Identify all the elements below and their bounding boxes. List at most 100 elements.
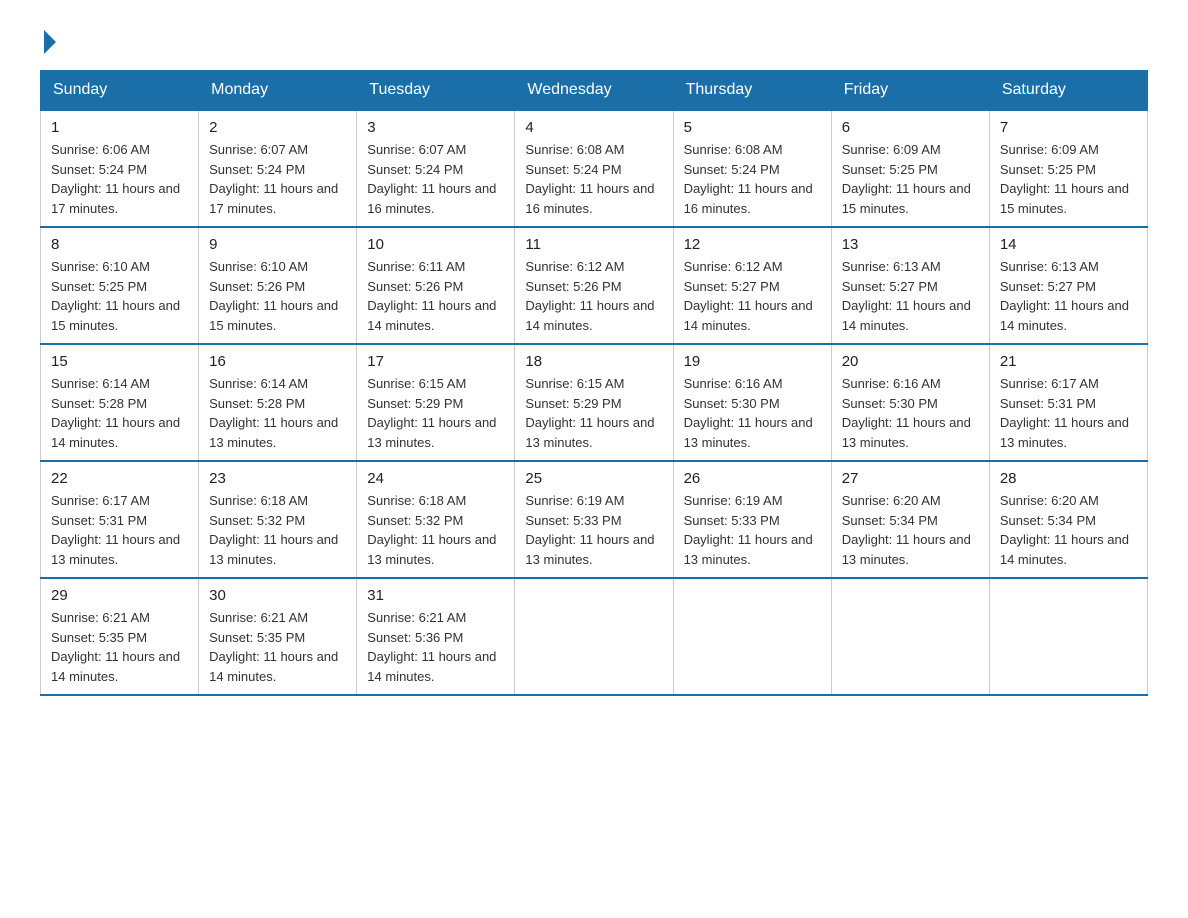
day-number: 20 <box>842 353 979 370</box>
calendar-cell: 12 Sunrise: 6:12 AM Sunset: 5:27 PM Dayl… <box>673 227 831 344</box>
day-info: Sunrise: 6:11 AM Sunset: 5:26 PM Dayligh… <box>367 257 504 335</box>
day-number: 25 <box>525 470 662 487</box>
calendar-cell: 19 Sunrise: 6:16 AM Sunset: 5:30 PM Dayl… <box>673 344 831 461</box>
day-number: 10 <box>367 236 504 253</box>
calendar-cell: 2 Sunrise: 6:07 AM Sunset: 5:24 PM Dayli… <box>199 110 357 227</box>
calendar-cell: 11 Sunrise: 6:12 AM Sunset: 5:26 PM Dayl… <box>515 227 673 344</box>
calendar-cell: 4 Sunrise: 6:08 AM Sunset: 5:24 PM Dayli… <box>515 110 673 227</box>
day-number: 21 <box>1000 353 1137 370</box>
calendar-cell: 25 Sunrise: 6:19 AM Sunset: 5:33 PM Dayl… <box>515 461 673 578</box>
calendar-cell: 21 Sunrise: 6:17 AM Sunset: 5:31 PM Dayl… <box>989 344 1147 461</box>
weekday-header-tuesday: Tuesday <box>357 71 515 111</box>
day-number: 27 <box>842 470 979 487</box>
day-info: Sunrise: 6:14 AM Sunset: 5:28 PM Dayligh… <box>51 374 188 452</box>
day-info: Sunrise: 6:19 AM Sunset: 5:33 PM Dayligh… <box>525 491 662 569</box>
day-info: Sunrise: 6:20 AM Sunset: 5:34 PM Dayligh… <box>1000 491 1137 569</box>
day-info: Sunrise: 6:15 AM Sunset: 5:29 PM Dayligh… <box>367 374 504 452</box>
calendar-cell: 15 Sunrise: 6:14 AM Sunset: 5:28 PM Dayl… <box>41 344 199 461</box>
day-info: Sunrise: 6:13 AM Sunset: 5:27 PM Dayligh… <box>1000 257 1137 335</box>
calendar-week-row: 1 Sunrise: 6:06 AM Sunset: 5:24 PM Dayli… <box>41 110 1148 227</box>
calendar-cell: 27 Sunrise: 6:20 AM Sunset: 5:34 PM Dayl… <box>831 461 989 578</box>
calendar-cell <box>673 578 831 695</box>
day-number: 2 <box>209 119 346 136</box>
day-info: Sunrise: 6:21 AM Sunset: 5:35 PM Dayligh… <box>51 608 188 686</box>
day-number: 8 <box>51 236 188 253</box>
day-number: 30 <box>209 587 346 604</box>
day-number: 7 <box>1000 119 1137 136</box>
day-number: 16 <box>209 353 346 370</box>
day-number: 28 <box>1000 470 1137 487</box>
day-info: Sunrise: 6:08 AM Sunset: 5:24 PM Dayligh… <box>525 140 662 218</box>
day-number: 1 <box>51 119 188 136</box>
day-number: 22 <box>51 470 188 487</box>
day-number: 15 <box>51 353 188 370</box>
weekday-header-monday: Monday <box>199 71 357 111</box>
calendar-week-row: 22 Sunrise: 6:17 AM Sunset: 5:31 PM Dayl… <box>41 461 1148 578</box>
day-info: Sunrise: 6:14 AM Sunset: 5:28 PM Dayligh… <box>209 374 346 452</box>
day-number: 24 <box>367 470 504 487</box>
day-info: Sunrise: 6:07 AM Sunset: 5:24 PM Dayligh… <box>209 140 346 218</box>
calendar-cell: 31 Sunrise: 6:21 AM Sunset: 5:36 PM Dayl… <box>357 578 515 695</box>
weekday-header-sunday: Sunday <box>41 71 199 111</box>
calendar-cell <box>831 578 989 695</box>
day-info: Sunrise: 6:13 AM Sunset: 5:27 PM Dayligh… <box>842 257 979 335</box>
day-number: 14 <box>1000 236 1137 253</box>
calendar-cell: 23 Sunrise: 6:18 AM Sunset: 5:32 PM Dayl… <box>199 461 357 578</box>
calendar-cell <box>989 578 1147 695</box>
calendar-cell: 9 Sunrise: 6:10 AM Sunset: 5:26 PM Dayli… <box>199 227 357 344</box>
calendar-cell <box>515 578 673 695</box>
day-info: Sunrise: 6:09 AM Sunset: 5:25 PM Dayligh… <box>1000 140 1137 218</box>
day-number: 5 <box>684 119 821 136</box>
day-number: 4 <box>525 119 662 136</box>
day-info: Sunrise: 6:12 AM Sunset: 5:26 PM Dayligh… <box>525 257 662 335</box>
calendar-cell: 30 Sunrise: 6:21 AM Sunset: 5:35 PM Dayl… <box>199 578 357 695</box>
calendar-cell: 18 Sunrise: 6:15 AM Sunset: 5:29 PM Dayl… <box>515 344 673 461</box>
day-info: Sunrise: 6:15 AM Sunset: 5:29 PM Dayligh… <box>525 374 662 452</box>
day-info: Sunrise: 6:16 AM Sunset: 5:30 PM Dayligh… <box>684 374 821 452</box>
weekday-header-thursday: Thursday <box>673 71 831 111</box>
day-info: Sunrise: 6:21 AM Sunset: 5:35 PM Dayligh… <box>209 608 346 686</box>
calendar-cell: 28 Sunrise: 6:20 AM Sunset: 5:34 PM Dayl… <box>989 461 1147 578</box>
day-info: Sunrise: 6:10 AM Sunset: 5:26 PM Dayligh… <box>209 257 346 335</box>
weekday-header-wednesday: Wednesday <box>515 71 673 111</box>
day-info: Sunrise: 6:10 AM Sunset: 5:25 PM Dayligh… <box>51 257 188 335</box>
calendar-cell: 16 Sunrise: 6:14 AM Sunset: 5:28 PM Dayl… <box>199 344 357 461</box>
day-info: Sunrise: 6:07 AM Sunset: 5:24 PM Dayligh… <box>367 140 504 218</box>
day-info: Sunrise: 6:21 AM Sunset: 5:36 PM Dayligh… <box>367 608 504 686</box>
day-info: Sunrise: 6:06 AM Sunset: 5:24 PM Dayligh… <box>51 140 188 218</box>
day-info: Sunrise: 6:08 AM Sunset: 5:24 PM Dayligh… <box>684 140 821 218</box>
weekday-header-row: SundayMondayTuesdayWednesdayThursdayFrid… <box>41 71 1148 111</box>
day-number: 29 <box>51 587 188 604</box>
day-number: 3 <box>367 119 504 136</box>
day-number: 23 <box>209 470 346 487</box>
day-number: 6 <box>842 119 979 136</box>
day-number: 26 <box>684 470 821 487</box>
day-info: Sunrise: 6:18 AM Sunset: 5:32 PM Dayligh… <box>209 491 346 569</box>
logo-general-text <box>40 30 56 54</box>
day-number: 13 <box>842 236 979 253</box>
weekday-header-saturday: Saturday <box>989 71 1147 111</box>
day-number: 12 <box>684 236 821 253</box>
calendar-cell: 14 Sunrise: 6:13 AM Sunset: 5:27 PM Dayl… <box>989 227 1147 344</box>
day-info: Sunrise: 6:17 AM Sunset: 5:31 PM Dayligh… <box>1000 374 1137 452</box>
calendar-cell: 17 Sunrise: 6:15 AM Sunset: 5:29 PM Dayl… <box>357 344 515 461</box>
calendar-cell: 7 Sunrise: 6:09 AM Sunset: 5:25 PM Dayli… <box>989 110 1147 227</box>
day-number: 17 <box>367 353 504 370</box>
calendar-cell: 13 Sunrise: 6:13 AM Sunset: 5:27 PM Dayl… <box>831 227 989 344</box>
day-number: 19 <box>684 353 821 370</box>
calendar-cell: 20 Sunrise: 6:16 AM Sunset: 5:30 PM Dayl… <box>831 344 989 461</box>
calendar-cell: 26 Sunrise: 6:19 AM Sunset: 5:33 PM Dayl… <box>673 461 831 578</box>
day-number: 31 <box>367 587 504 604</box>
calendar-cell: 3 Sunrise: 6:07 AM Sunset: 5:24 PM Dayli… <box>357 110 515 227</box>
calendar-cell: 29 Sunrise: 6:21 AM Sunset: 5:35 PM Dayl… <box>41 578 199 695</box>
day-number: 18 <box>525 353 662 370</box>
logo-arrow-icon <box>44 30 56 54</box>
page-header <box>40 30 1148 50</box>
calendar-table: SundayMondayTuesdayWednesdayThursdayFrid… <box>40 70 1148 696</box>
calendar-cell: 22 Sunrise: 6:17 AM Sunset: 5:31 PM Dayl… <box>41 461 199 578</box>
day-info: Sunrise: 6:18 AM Sunset: 5:32 PM Dayligh… <box>367 491 504 569</box>
day-info: Sunrise: 6:20 AM Sunset: 5:34 PM Dayligh… <box>842 491 979 569</box>
day-info: Sunrise: 6:12 AM Sunset: 5:27 PM Dayligh… <box>684 257 821 335</box>
day-info: Sunrise: 6:19 AM Sunset: 5:33 PM Dayligh… <box>684 491 821 569</box>
day-info: Sunrise: 6:16 AM Sunset: 5:30 PM Dayligh… <box>842 374 979 452</box>
